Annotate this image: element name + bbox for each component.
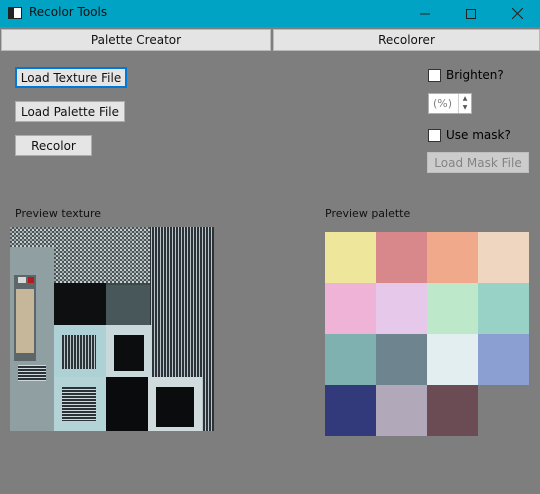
palette-swatch xyxy=(325,334,376,385)
palette-swatch xyxy=(478,334,529,385)
close-button[interactable] xyxy=(494,0,540,27)
minimize-icon xyxy=(420,13,430,14)
palette-swatch xyxy=(478,283,529,334)
spin-down-icon[interactable]: ▼ xyxy=(459,103,471,112)
load-palette-button[interactable]: Load Palette File xyxy=(15,101,125,122)
palette-swatch xyxy=(325,385,376,436)
palette-swatch xyxy=(376,232,427,283)
preview-palette-label: Preview palette xyxy=(325,207,411,220)
use-mask-checkbox[interactable]: Use mask? xyxy=(428,128,511,142)
maximize-icon xyxy=(466,8,476,19)
tab-palette-creator[interactable]: Palette Creator xyxy=(1,29,271,51)
palette-swatch xyxy=(427,334,478,385)
palette-swatch xyxy=(325,232,376,283)
load-texture-button[interactable]: Load Texture File xyxy=(15,67,127,88)
brighten-label: Brighten? xyxy=(446,68,504,82)
use-mask-label: Use mask? xyxy=(446,128,511,142)
brighten-checkbox[interactable]: Brighten? xyxy=(428,68,504,82)
spin-up-icon[interactable]: ▲ xyxy=(459,94,471,103)
load-mask-button[interactable]: Load Mask File xyxy=(427,152,529,173)
brighten-checkbox-box[interactable] xyxy=(428,68,441,82)
spin-arrows[interactable]: ▲ ▼ xyxy=(458,94,471,113)
use-mask-checkbox-box[interactable] xyxy=(428,128,441,142)
palette-swatch xyxy=(427,385,478,436)
window-title: Recolor Tools xyxy=(29,5,108,19)
tab-recolorer[interactable]: Recolorer xyxy=(273,29,540,51)
palette-swatch xyxy=(376,283,427,334)
minimize-button[interactable] xyxy=(402,0,448,27)
palette-swatch xyxy=(376,334,427,385)
title-bar: Recolor Tools xyxy=(0,0,540,27)
tab-strip: Palette Creator Recolorer xyxy=(0,29,540,51)
palette-swatch xyxy=(478,232,529,283)
close-icon xyxy=(511,8,523,19)
maximize-button[interactable] xyxy=(448,0,494,27)
app-window-icon xyxy=(8,7,22,19)
palette-swatch xyxy=(427,232,478,283)
palette-swatch xyxy=(325,283,376,334)
palette-swatch xyxy=(376,385,427,436)
percent-spinbox[interactable]: (%) ▲ ▼ xyxy=(428,93,472,114)
recolor-button[interactable]: Recolor xyxy=(15,135,92,156)
palette-swatch xyxy=(427,283,478,334)
percent-value: (%) xyxy=(433,97,453,110)
palette-preview xyxy=(325,232,529,436)
texture-preview-image xyxy=(10,227,214,431)
preview-texture-label: Preview texture xyxy=(15,207,102,220)
